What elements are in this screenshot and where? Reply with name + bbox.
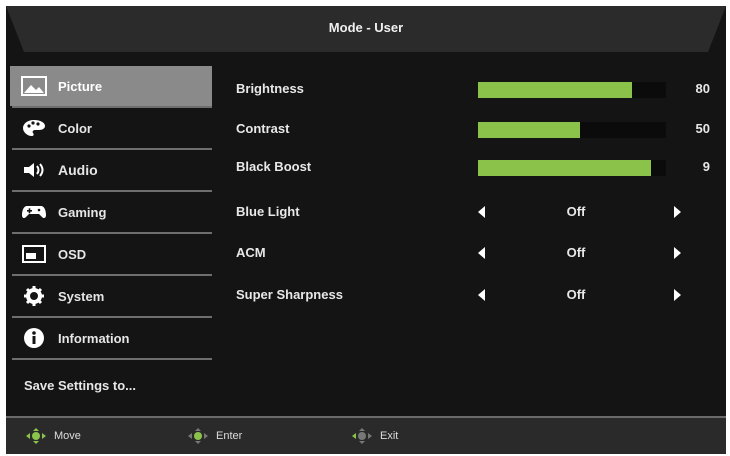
contrast-slider[interactable] xyxy=(478,122,666,138)
sidebar-item-label: Gaming xyxy=(58,204,107,220)
option-value: Off xyxy=(566,245,586,260)
enter-hint: Enter xyxy=(184,428,242,444)
exit-hint: Exit xyxy=(348,428,398,444)
blue-light-row[interactable]: Blue Light Off xyxy=(236,201,716,223)
black-boost-row[interactable]: Black Boost 9 xyxy=(236,156,716,178)
black-boost-slider[interactable] xyxy=(478,160,666,176)
exit-label: Exit xyxy=(380,430,399,442)
sidebar-item-system[interactable]: System xyxy=(10,276,212,316)
sidebar-item-label: OSD xyxy=(58,246,87,262)
sidebar-item-label: Information xyxy=(58,330,130,346)
info-icon xyxy=(20,327,48,349)
sidebar-item-color[interactable]: Color xyxy=(10,108,212,148)
osd-icon xyxy=(20,243,48,265)
slider-fill xyxy=(478,160,651,176)
speaker-icon xyxy=(20,159,48,181)
osd-window: Mode - User Picture Color Audio Gaming O… xyxy=(6,6,726,454)
footer: Move Enter Exit xyxy=(6,416,726,454)
arrow-right-icon[interactable] xyxy=(674,289,681,301)
sidebar-item-picture[interactable]: Picture xyxy=(10,66,212,106)
setting-label: Contrast xyxy=(236,121,290,136)
enter-label: Enter xyxy=(216,430,243,442)
sidebar-item-label: System xyxy=(58,288,105,304)
sidebar-item-gaming[interactable]: Gaming xyxy=(10,192,212,232)
joystick-enter-icon xyxy=(188,428,208,444)
setting-value: 50 xyxy=(695,121,710,136)
gear-icon xyxy=(20,285,48,307)
save-settings-button[interactable]: Save Settings to... xyxy=(24,378,136,393)
brightness-slider[interactable] xyxy=(478,82,666,98)
slider-fill xyxy=(478,122,580,138)
joystick-move-icon xyxy=(26,428,46,444)
slider-fill xyxy=(478,82,633,98)
picture-icon xyxy=(20,75,48,97)
move-hint: Move xyxy=(22,428,81,444)
move-label: Move xyxy=(54,430,81,442)
divider xyxy=(12,358,212,360)
setting-label: Brightness xyxy=(236,81,304,96)
setting-label: Super Sharpness xyxy=(236,287,343,302)
brightness-row[interactable]: Brightness 80 xyxy=(236,78,716,100)
option-value: Off xyxy=(566,204,586,219)
arrow-left-icon[interactable] xyxy=(478,247,485,259)
setting-value: 80 xyxy=(695,81,710,96)
arrow-right-icon[interactable] xyxy=(674,206,681,218)
setting-label: ACM xyxy=(236,245,266,260)
sidebar-item-osd[interactable]: OSD xyxy=(10,234,212,274)
setting-label: Blue Light xyxy=(236,204,300,219)
super-sharpness-row[interactable]: Super Sharpness Off xyxy=(236,284,716,306)
arrow-left-icon[interactable] xyxy=(478,206,485,218)
contrast-row[interactable]: Contrast 50 xyxy=(236,118,716,140)
sidebar-item-audio[interactable]: Audio xyxy=(10,150,212,190)
page-title: Mode - User xyxy=(328,20,404,35)
setting-label: Black Boost xyxy=(236,159,312,174)
palette-icon xyxy=(20,117,48,139)
option-value: Off xyxy=(566,287,586,302)
sidebar-item-label: Audio xyxy=(58,162,98,178)
gamepad-icon xyxy=(20,201,48,223)
sidebar: Picture Color Audio Gaming OSD System In… xyxy=(10,66,212,360)
acm-row[interactable]: ACM Off xyxy=(236,242,716,264)
sidebar-item-information[interactable]: Information xyxy=(10,318,212,358)
arrow-right-icon[interactable] xyxy=(674,247,681,259)
sidebar-item-label: Color xyxy=(58,120,92,136)
arrow-left-icon[interactable] xyxy=(478,289,485,301)
setting-value: 9 xyxy=(702,159,710,174)
joystick-exit-icon xyxy=(352,428,372,444)
sidebar-item-label: Picture xyxy=(58,78,103,94)
